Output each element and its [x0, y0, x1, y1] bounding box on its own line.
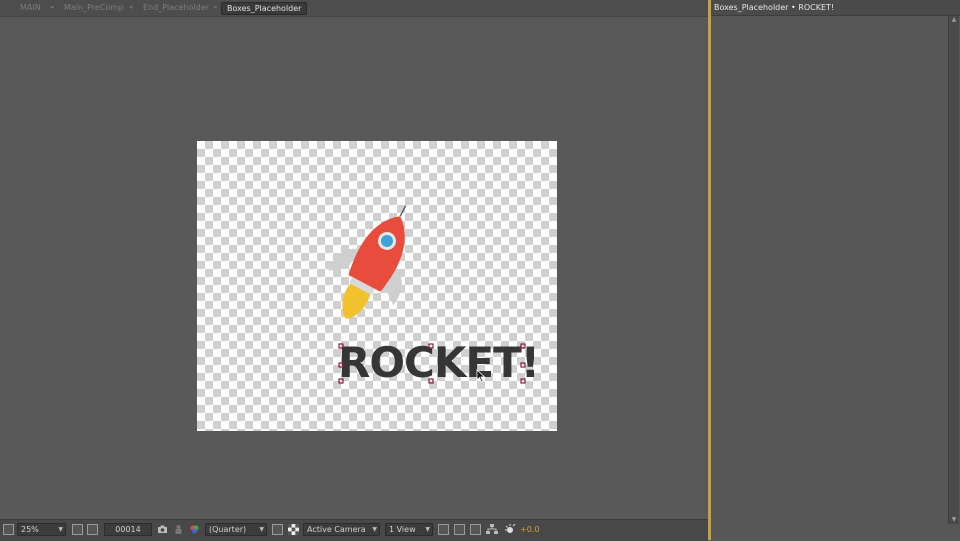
toggle-pixel-aspect-icon[interactable] — [438, 524, 449, 535]
crumb-separator-icon: ◂ — [50, 3, 54, 11]
exposure-value[interactable]: +0.0 — [520, 524, 539, 535]
rocket-antenna — [399, 205, 407, 217]
layer-panel: Boxes_Placeholder • ROCKET! ▲ ▼ — [711, 0, 960, 540]
flowchart-icon[interactable] — [486, 524, 498, 535]
composition-canvas[interactable]: ROCKET! — [197, 141, 557, 431]
timecode-value: 00014 — [115, 525, 141, 534]
scroll-down-icon[interactable]: ▼ — [950, 516, 958, 524]
fast-preview-icon[interactable] — [454, 524, 465, 535]
vertical-scrollbar[interactable]: ▲ ▼ — [948, 16, 959, 524]
safe-zones-icon[interactable] — [72, 524, 83, 535]
text-layer-rocket[interactable]: ROCKET! — [338, 338, 540, 388]
reset-exposure-icon[interactable] — [505, 524, 517, 535]
mouse-pointer-icon — [476, 369, 486, 383]
timeline-icon[interactable] — [470, 524, 481, 535]
layer-panel-title[interactable]: Boxes_Placeholder • ROCKET! — [714, 2, 834, 13]
camera-value: Active Camera — [307, 525, 366, 534]
crumb-boxes-placeholder[interactable]: Boxes_Placeholder — [221, 2, 308, 15]
viewer-toolbar: 25% ▼ 00014 (Quarter) ▼ Active Camera ▼ — [0, 519, 708, 541]
chevron-down-icon: ▼ — [58, 526, 63, 533]
chevron-down-icon: ▼ — [425, 526, 430, 533]
resolution-value: (Quarter) — [209, 525, 247, 534]
crumb-main-precomp[interactable]: Main_PreComp — [64, 2, 123, 13]
crumb-separator-icon: ◂ — [129, 3, 133, 11]
layer-panel-header: Boxes_Placeholder • ROCKET! — [711, 0, 960, 16]
chevron-down-icon: ▼ — [372, 526, 377, 533]
toggle-mask-icon[interactable] — [87, 524, 98, 535]
camera-view-dropdown[interactable]: Active Camera ▼ — [303, 523, 380, 536]
current-time-field[interactable]: 00014 — [104, 523, 152, 536]
crumb-end-placeholder[interactable]: End_Placeholder — [143, 2, 209, 13]
rocket-illustration[interactable] — [315, 193, 415, 323]
view-layout-value: 1 View — [389, 525, 416, 534]
comp-navigator: MAIN ◂ Main_PreComp ◂ End_Placeholder ◂ … — [0, 0, 708, 17]
always-preview-icon[interactable] — [3, 524, 14, 535]
zoom-value: 25% — [21, 525, 39, 534]
crumb-separator-icon: ◂ — [213, 3, 217, 11]
crumb-main[interactable]: MAIN — [20, 2, 41, 13]
transparency-grid-icon[interactable] — [288, 524, 299, 535]
composition-panel: MAIN ◂ Main_PreComp ◂ End_Placeholder ◂ … — [0, 0, 708, 541]
color-channels-icon[interactable] — [189, 524, 200, 535]
view-layout-dropdown[interactable]: 1 View ▼ — [385, 523, 433, 536]
region-of-interest-icon[interactable] — [272, 524, 283, 535]
camera-icon[interactable] — [157, 524, 168, 535]
show-snapshot-icon[interactable] — [173, 524, 184, 535]
chevron-down-icon: ▼ — [259, 526, 264, 533]
zoom-dropdown[interactable]: 25% ▼ — [17, 523, 66, 536]
scroll-up-icon[interactable]: ▲ — [950, 16, 958, 24]
resolution-dropdown[interactable]: (Quarter) ▼ — [205, 523, 267, 536]
